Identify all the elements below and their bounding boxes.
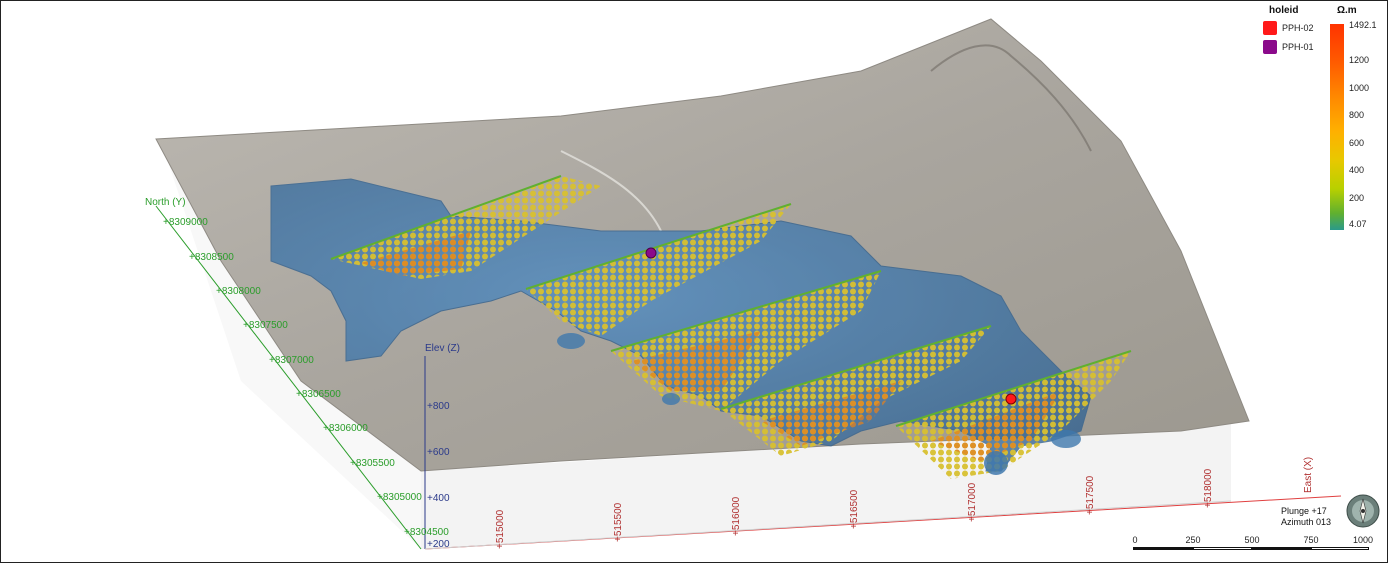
body-blob bbox=[1051, 430, 1081, 448]
holeid-legend-title: holeid bbox=[1269, 5, 1299, 16]
drillhole-pph-01-collar[interactable] bbox=[645, 247, 657, 259]
elev-tick: +800 bbox=[427, 401, 450, 412]
east-tick: +518000 bbox=[1203, 468, 1214, 508]
north-tick: +8305000 bbox=[377, 492, 422, 503]
east-tick: +516000 bbox=[731, 496, 742, 536]
resistivity-color-scale: Ω.m 1492.1 1200 1000 800 600 400 200 4.0… bbox=[1325, 5, 1385, 233]
ramp-label: 600 bbox=[1349, 138, 1365, 148]
azimuth-readout: Azimuth 013 bbox=[1281, 517, 1332, 527]
legend-item-pph-02[interactable]: PPH-02 bbox=[1263, 21, 1325, 35]
scale-bar-segment bbox=[1252, 547, 1311, 550]
body-blob bbox=[662, 393, 680, 405]
legend-swatch bbox=[1263, 40, 1277, 54]
north-axis-title: North (Y) bbox=[145, 197, 186, 208]
scale-unit: Ω.m bbox=[1337, 5, 1357, 16]
scale-bar-label: 250 bbox=[1185, 535, 1201, 545]
legend-item-label: PPH-02 bbox=[1282, 23, 1314, 33]
scale-bar-segment bbox=[1311, 547, 1369, 550]
north-tick: +8306000 bbox=[323, 423, 368, 434]
east-tick: +515500 bbox=[613, 502, 624, 542]
body-blob bbox=[557, 333, 585, 349]
north-tick: +8307000 bbox=[269, 355, 314, 366]
drillhole-pph-02-collar[interactable] bbox=[1005, 393, 1017, 405]
scene-3d[interactable] bbox=[1, 1, 1388, 564]
scale-bar: 0 250 500 750 1000 bbox=[1131, 535, 1374, 555]
scale-bar-segment bbox=[1193, 547, 1252, 550]
3d-viewport[interactable]: North (Y) +8309000 +8308500 +8308000 +83… bbox=[0, 0, 1388, 563]
north-tick: +8308500 bbox=[189, 252, 234, 263]
north-tick: +8305500 bbox=[350, 458, 395, 469]
body-blob bbox=[984, 451, 1008, 475]
east-tick: +517500 bbox=[1085, 475, 1096, 515]
ramp-label: 1200 bbox=[1349, 55, 1370, 65]
holeid-legend[interactable]: holeid PPH-02 PPH-01 bbox=[1263, 5, 1325, 54]
ramp-label: 4.07 bbox=[1349, 219, 1367, 229]
scale-bar-label: 1000 bbox=[1352, 535, 1374, 545]
east-tick: +517000 bbox=[967, 482, 978, 522]
east-tick: +515000 bbox=[495, 509, 506, 549]
legend-item-pph-01[interactable]: PPH-01 bbox=[1263, 40, 1325, 54]
legend-swatch bbox=[1263, 21, 1277, 35]
ramp-label: 200 bbox=[1349, 193, 1365, 203]
color-ramp bbox=[1330, 24, 1344, 230]
north-tick: +8308000 bbox=[216, 286, 261, 297]
ramp-label: 1492.1 bbox=[1349, 20, 1377, 30]
scale-bar-label: 750 bbox=[1303, 535, 1319, 545]
elev-tick: +200 bbox=[427, 539, 450, 550]
ramp-label: 1000 bbox=[1349, 83, 1370, 93]
elev-tick: +600 bbox=[427, 447, 450, 458]
legend-item-label: PPH-01 bbox=[1282, 42, 1314, 52]
north-tick: +8304500 bbox=[404, 527, 449, 538]
north-tick: +8307500 bbox=[243, 320, 288, 331]
north-tick: +8306500 bbox=[296, 389, 341, 400]
north-tick: +8309000 bbox=[163, 217, 208, 228]
east-axis-title: East (X) bbox=[1303, 456, 1314, 493]
ramp-label: 400 bbox=[1349, 165, 1365, 175]
scale-bar-segment bbox=[1133, 547, 1193, 550]
east-tick: +516500 bbox=[849, 489, 860, 529]
scale-bar-label: 500 bbox=[1244, 535, 1260, 545]
elev-tick: +400 bbox=[427, 493, 450, 504]
plunge-readout: Plunge +17 bbox=[1281, 506, 1327, 516]
ramp-label: 800 bbox=[1349, 110, 1365, 120]
compass-icon[interactable] bbox=[1346, 494, 1380, 528]
scale-bar-label: 0 bbox=[1132, 535, 1138, 545]
view-orientation: Plunge +17 Azimuth 013 bbox=[1281, 506, 1331, 528]
elev-axis-title: Elev (Z) bbox=[425, 343, 460, 354]
